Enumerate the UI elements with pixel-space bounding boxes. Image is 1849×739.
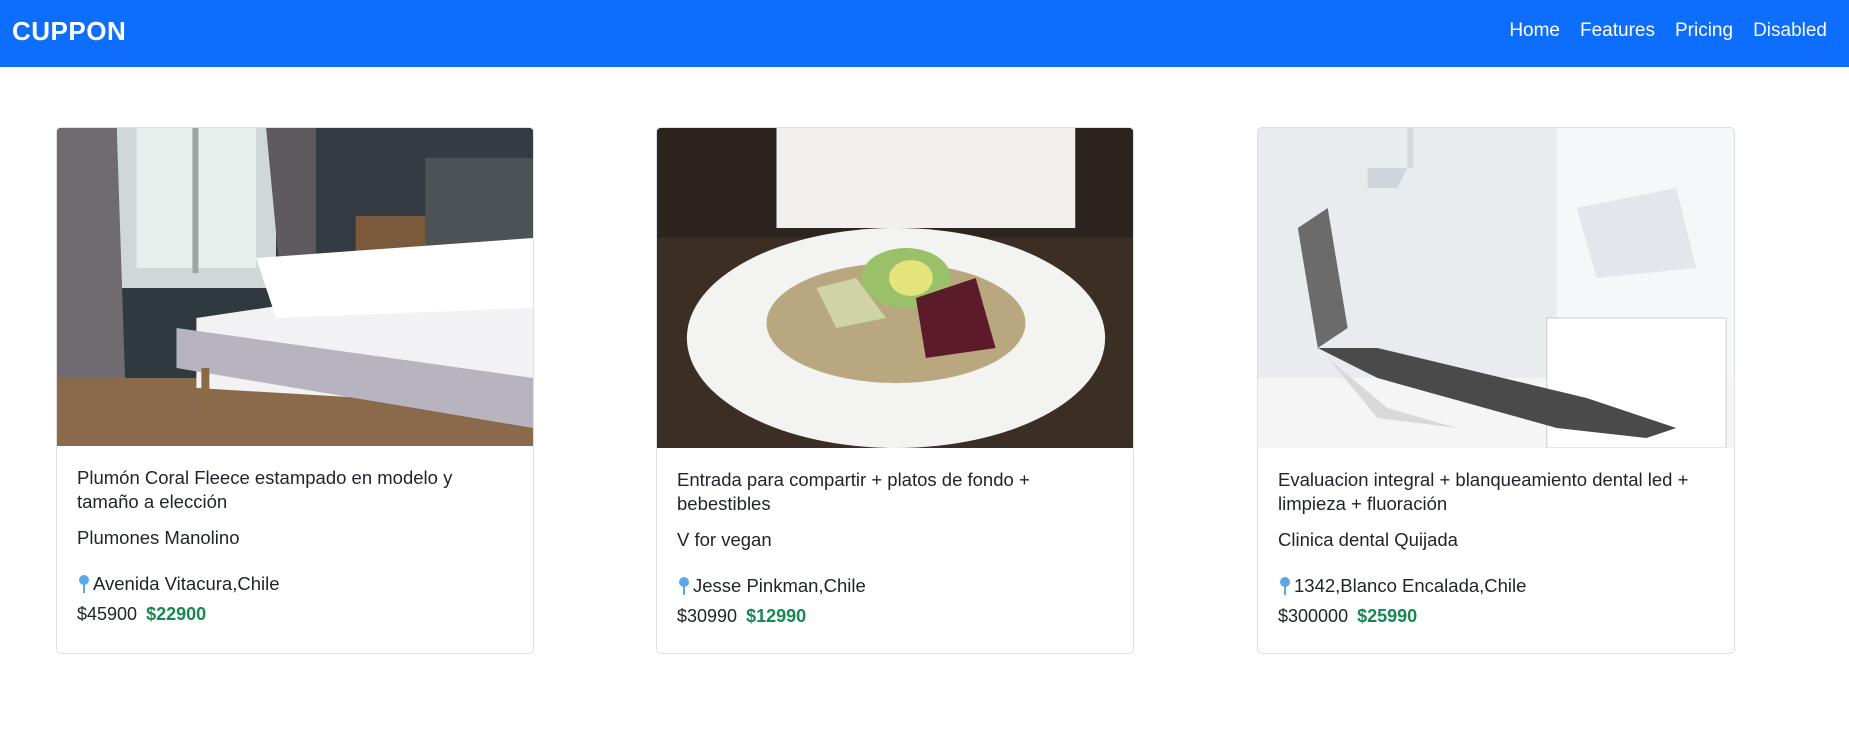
company-name: Plumones Manolino [77, 527, 240, 548]
deal-card[interactable]: Entrada para compartir + platos de fondo… [656, 127, 1134, 654]
nav-features[interactable]: Features [1580, 20, 1655, 42]
location-text: 1342,Blanco Encalada,Chile [1294, 575, 1527, 596]
map-pin-icon [79, 575, 89, 593]
brand-logo[interactable]: CUPPON [12, 16, 126, 47]
map-pin-icon [679, 577, 689, 595]
new-price: $12990 [746, 606, 807, 626]
price: $300000 $25990 [1278, 604, 1714, 628]
old-price: $30990 [677, 606, 738, 626]
location: Avenida Vitacura,Chile [77, 572, 513, 596]
salad-plate-photo [657, 128, 1133, 448]
company-name: Clinica dental Quijada [1278, 529, 1458, 550]
nav-home[interactable]: Home [1509, 20, 1560, 42]
nav-disabled: Disabled [1753, 20, 1827, 41]
old-price: $45900 [77, 604, 138, 624]
location: Jesse Pinkman,Chile [677, 574, 1113, 598]
old-price: $300000 [1278, 606, 1349, 626]
new-price: $25990 [1357, 606, 1418, 626]
deal-title: Entrada para compartir + platos de fondo… [677, 469, 1030, 514]
top-navbar: CUPPON Home Features Pricing Disabled [0, 0, 1849, 67]
new-price: $22900 [146, 604, 207, 624]
deal-title: Plumón Coral Fleece estampado en modelo … [77, 467, 453, 512]
location-text: Avenida Vitacura,Chile [93, 573, 280, 594]
deal-card[interactable]: Evaluacion integral + blanqueamiento den… [1257, 127, 1735, 654]
dental-chair-photo [1258, 128, 1734, 448]
price: $45900 $22900 [77, 602, 513, 626]
deal-card[interactable]: Plumón Coral Fleece estampado en modelo … [56, 127, 534, 654]
bedroom-photo [57, 128, 533, 446]
location: 1342,Blanco Encalada,Chile [1278, 574, 1714, 598]
location-text: Jesse Pinkman,Chile [693, 575, 866, 596]
map-pin-icon [1280, 577, 1290, 595]
price: $30990 $12990 [677, 604, 1113, 628]
nav-links: Home Features Pricing Disabled [1509, 20, 1827, 42]
deal-title: Evaluacion integral + blanqueamiento den… [1278, 469, 1689, 514]
nav-pricing[interactable]: Pricing [1675, 20, 1733, 42]
company-name: V for vegan [677, 529, 772, 550]
